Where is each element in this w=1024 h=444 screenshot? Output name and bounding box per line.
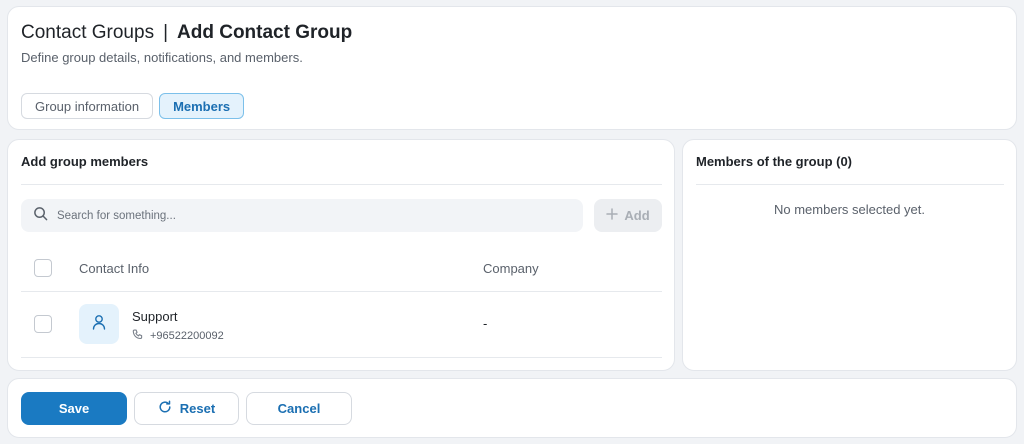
breadcrumb-separator: | [163, 22, 169, 43]
table-header-divider [21, 291, 662, 292]
reset-button[interactable]: Reset [134, 392, 239, 425]
breadcrumb-current: Add Contact Group [177, 22, 353, 43]
members-title: Members of the group (0) [696, 154, 853, 169]
tab-members[interactable]: Members [159, 93, 245, 119]
row-divider [21, 357, 662, 358]
plus-icon [606, 208, 619, 223]
add-button-label: Add [624, 208, 650, 223]
contact-phone: +96522200092 [150, 330, 224, 342]
divider [21, 184, 662, 185]
user-icon [92, 314, 106, 335]
search-icon [33, 206, 48, 226]
cancel-button[interactable]: Cancel [246, 392, 352, 425]
breadcrumb-parent[interactable]: Contact Groups [21, 22, 154, 44]
contact-company: - [483, 316, 488, 331]
phone-icon [132, 329, 143, 343]
footer-actions-card: Save Reset Cancel [7, 378, 1017, 438]
add-members-title: Add group members [21, 154, 149, 169]
page-subtitle: Define group details, notifications, and… [21, 50, 303, 65]
add-button[interactable]: Add [594, 199, 662, 232]
add-members-card: Add group members Add Contact Info Compa… [7, 139, 675, 371]
tab-bar: Group information Members [21, 93, 245, 119]
page-title: Contact Groups | Add Contact Group [21, 22, 352, 44]
refresh-icon [158, 400, 172, 417]
page-header-card: Contact Groups | Add Contact Group Defin… [7, 6, 1017, 130]
members-card: Members of the group (0) No members sele… [682, 139, 1017, 371]
contact-name: Support [132, 309, 178, 324]
empty-members-message: No members selected yet. [773, 202, 925, 217]
contact-phone-row: +96522200092 [132, 329, 224, 343]
column-header-contact-info: Contact Info [79, 261, 150, 276]
reset-button-label: Reset [179, 401, 216, 416]
search-input[interactable] [57, 209, 557, 222]
tab-group-information[interactable]: Group information [21, 93, 154, 119]
search-box[interactable] [21, 199, 583, 232]
column-header-company: Company [483, 261, 539, 276]
divider [696, 184, 1004, 185]
row-checkbox[interactable] [34, 315, 52, 333]
select-all-checkbox[interactable] [34, 259, 52, 277]
save-button[interactable]: Save [21, 392, 127, 425]
avatar [79, 304, 119, 344]
